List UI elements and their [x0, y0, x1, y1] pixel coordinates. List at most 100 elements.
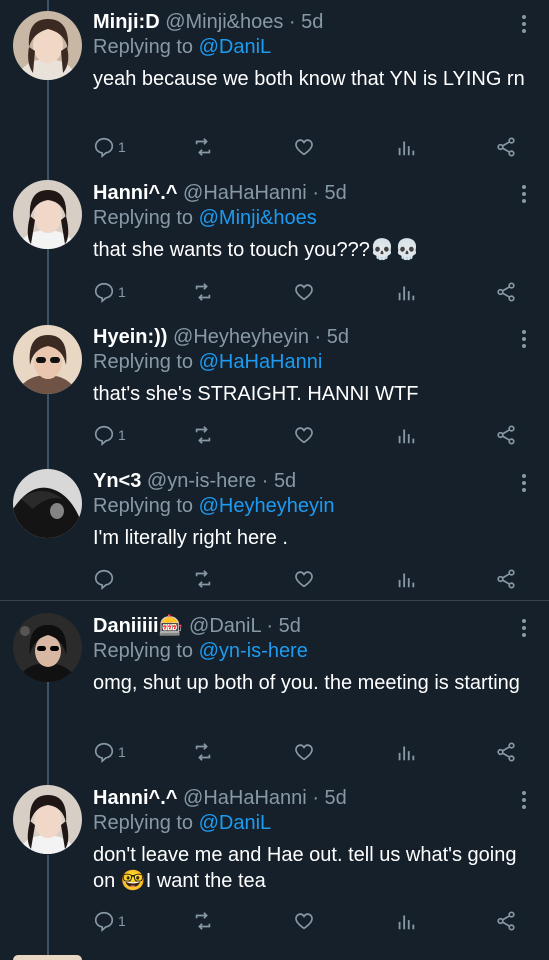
- like-icon: [293, 910, 315, 932]
- tweet[interactable]: Hanni^.^ @HaHaHanni · 5d Replying to @Mi…: [0, 172, 549, 316]
- tweet-actions: 1: [93, 135, 535, 161]
- replying-to: Replying to @DaniL: [93, 810, 535, 836]
- display-name[interactable]: Yn<3: [93, 470, 141, 492]
- separator: ·: [312, 182, 319, 204]
- views-button[interactable]: [395, 280, 417, 304]
- timestamp[interactable]: 5d: [301, 11, 323, 33]
- more-icon[interactable]: [521, 473, 527, 493]
- views-button[interactable]: [395, 740, 417, 764]
- user-handle[interactable]: @HaHaHanni: [183, 182, 307, 204]
- mention-link[interactable]: @HaHaHanni: [199, 351, 323, 373]
- like-button[interactable]: [293, 135, 315, 159]
- more-icon[interactable]: [521, 618, 527, 638]
- like-button[interactable]: [293, 909, 315, 933]
- tweet-header: Yn<3 @yn-is-here · 5d: [93, 469, 535, 493]
- replying-to-label: Replying to: [93, 351, 194, 373]
- avatar[interactable]: [13, 469, 82, 538]
- retweet-icon: [192, 568, 214, 590]
- views-icon: [395, 910, 417, 932]
- reply-button[interactable]: 1: [93, 740, 126, 764]
- display-name[interactable]: Daniiiii🎰: [93, 615, 183, 637]
- reply-icon: [93, 910, 115, 932]
- tweet-header: Minji:D @Minji&hoes · 5d: [93, 10, 535, 34]
- more-icon[interactable]: [521, 14, 527, 34]
- replying-to: Replying to @Minji&hoes: [93, 205, 535, 231]
- views-icon: [395, 568, 417, 590]
- avatar[interactable]: [13, 325, 82, 394]
- share-button[interactable]: [495, 740, 517, 764]
- views-button[interactable]: [395, 135, 417, 159]
- share-button[interactable]: [495, 567, 517, 591]
- retweet-button[interactable]: [192, 567, 214, 591]
- timestamp[interactable]: 5d: [279, 615, 301, 637]
- user-handle[interactable]: @yn-is-here: [147, 470, 256, 492]
- share-button[interactable]: [495, 423, 517, 447]
- share-button[interactable]: [495, 135, 517, 159]
- share-icon: [495, 424, 517, 446]
- views-icon: [395, 741, 417, 763]
- avatar[interactable]: [13, 785, 82, 854]
- avatar[interactable]: [13, 180, 82, 249]
- tweet[interactable]: Minji:D @Minji&hoes · 5d Replying to @Da…: [0, 0, 549, 172]
- reply-button[interactable]: 1: [93, 423, 126, 447]
- tweet[interactable]: Daniiiii🎰 @DaniL · 5d Replying to @yn-is…: [0, 601, 549, 773]
- like-button[interactable]: [293, 423, 315, 447]
- reply-count: 1: [118, 427, 126, 443]
- views-icon: [395, 136, 417, 158]
- views-button[interactable]: [395, 423, 417, 447]
- user-handle[interactable]: @Heyheyheyin: [173, 326, 309, 348]
- user-handle[interactable]: @DaniL: [189, 615, 261, 637]
- retweet-button[interactable]: [192, 909, 214, 933]
- retweet-button[interactable]: [192, 135, 214, 159]
- share-icon: [495, 741, 517, 763]
- reply-button[interactable]: 1: [93, 135, 126, 159]
- tweet-header: Hanni^.^ @HaHaHanni · 5d: [93, 786, 535, 810]
- display-name[interactable]: Hanni^.^: [93, 787, 177, 809]
- reply-icon: [93, 136, 115, 158]
- views-button[interactable]: [395, 567, 417, 591]
- tweet[interactable]: Hanni^.^ @HaHaHanni · 5d Replying to @Da…: [0, 773, 549, 945]
- timestamp[interactable]: 5d: [327, 326, 349, 348]
- timestamp[interactable]: 5d: [325, 182, 347, 204]
- mention-link[interactable]: @yn-is-here: [199, 640, 308, 662]
- mention-link[interactable]: @DaniL: [199, 812, 272, 834]
- timestamp[interactable]: 5d: [325, 787, 347, 809]
- timestamp[interactable]: 5d: [274, 470, 296, 492]
- display-name[interactable]: Minji:D: [93, 11, 160, 33]
- avatar[interactable]: [13, 613, 82, 682]
- display-name[interactable]: Hyein:)): [93, 326, 167, 348]
- reply-button[interactable]: 1: [93, 280, 126, 304]
- retweet-icon: [192, 424, 214, 446]
- retweet-button[interactable]: [192, 423, 214, 447]
- display-name[interactable]: Hanni^.^: [93, 182, 177, 204]
- share-button[interactable]: [495, 909, 517, 933]
- avatar[interactable]: [13, 11, 82, 80]
- more-icon[interactable]: [521, 329, 527, 349]
- mention-link[interactable]: @Heyheyheyin: [199, 495, 335, 517]
- tweet-header: Hyein:)) @Heyheyheyin · 5d: [93, 325, 535, 349]
- like-button[interactable]: [293, 740, 315, 764]
- mention-link[interactable]: @DaniL: [199, 36, 272, 58]
- mention-link[interactable]: @Minji&hoes: [199, 207, 317, 229]
- views-button[interactable]: [395, 909, 417, 933]
- reply-count: 1: [118, 139, 126, 155]
- avatar[interactable]: [13, 955, 82, 960]
- separator: ·: [312, 787, 319, 809]
- share-button[interactable]: [495, 280, 517, 304]
- tweet-text: that's she's STRAIGHT. HANNI WTF: [93, 383, 419, 405]
- views-icon: [395, 424, 417, 446]
- more-icon[interactable]: [521, 790, 527, 810]
- tweet[interactable]: Hyein:)) @Heyheyheyin · 5d Replying to @…: [0, 316, 549, 460]
- retweet-button[interactable]: [192, 280, 214, 304]
- retweet-button[interactable]: [192, 740, 214, 764]
- tweet-text: that she wants to touch you???💀💀: [93, 239, 420, 261]
- like-button[interactable]: [293, 567, 315, 591]
- reply-button[interactable]: 1: [93, 909, 126, 933]
- more-icon[interactable]: [521, 184, 527, 204]
- tweet[interactable]: Yn<3 @yn-is-here · 5d Replying to @Heyhe…: [0, 460, 549, 600]
- reply-button[interactable]: [93, 567, 118, 591]
- like-button[interactable]: [293, 280, 315, 304]
- user-handle[interactable]: @Minji&hoes: [165, 11, 283, 33]
- replying-to-label: Replying to: [93, 640, 194, 662]
- user-handle[interactable]: @HaHaHanni: [183, 787, 307, 809]
